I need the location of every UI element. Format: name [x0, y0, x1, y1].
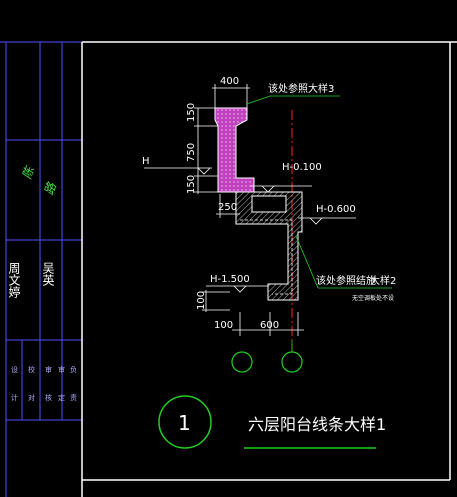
dim-w250: 250: [218, 202, 237, 213]
cad-drawing-canvas: 周文婷 吴英 陈 路 设 计 校 对 审 核 审 定 负 责 400 150 7…: [0, 0, 457, 497]
cad-drawing: 周文婷 吴英 陈 路 设 计 校 对 审 核 审 定 负 责 400 150 7…: [0, 41, 457, 497]
drawing-title: 六层阳台线条大样1: [248, 415, 386, 434]
elevation-h-0100: H-0.100: [282, 162, 322, 173]
role-label: 校: [28, 365, 35, 374]
role-label: 核: [45, 393, 52, 402]
axis-bubble-right: [281, 351, 303, 373]
role-label: 设: [11, 365, 18, 374]
dim-w600: 600: [260, 320, 279, 331]
note-ref-structure: 该处参照结施: [316, 274, 376, 287]
dim-w100: 100: [214, 320, 233, 331]
cornice-section: [214, 107, 255, 193]
elevation-h-0600: H-0.600: [316, 204, 356, 215]
axis-bubble-left: [231, 351, 253, 373]
dim-top-width: 400: [220, 76, 239, 87]
elevation-h: H: [142, 156, 150, 167]
dim-h100: 100: [196, 291, 207, 310]
title-block-name-a: 周文婷: [7, 262, 21, 298]
role-label: 负: [70, 365, 77, 374]
role-label: 审: [58, 365, 65, 374]
dim-h750: 750: [186, 143, 197, 162]
role-label: 计: [11, 393, 18, 402]
note-sub: 无空调板处不设: [352, 294, 394, 302]
dim-h150-top: 150: [186, 103, 197, 122]
elevation-h-1500: H-1.500: [210, 274, 250, 285]
role-label: 责: [70, 393, 77, 402]
role-label: 对: [28, 393, 35, 402]
slab-inner: [251, 195, 287, 213]
detail-number: 1: [178, 411, 191, 435]
note-ref-detail-3: 该处参照大样3: [268, 82, 334, 95]
note-ref-detail-2: 大样2: [370, 274, 396, 287]
signature-b: 路: [42, 180, 60, 197]
title-block-roles: 设 计 校 对 审 核 审 定 负 责: [11, 365, 77, 402]
signature-a: 陈: [20, 163, 38, 181]
role-label: 定: [58, 393, 65, 402]
role-label: 审: [45, 365, 52, 374]
title-block-name-b: 吴英: [41, 262, 55, 286]
dim-h150-bottom: 150: [186, 175, 197, 194]
